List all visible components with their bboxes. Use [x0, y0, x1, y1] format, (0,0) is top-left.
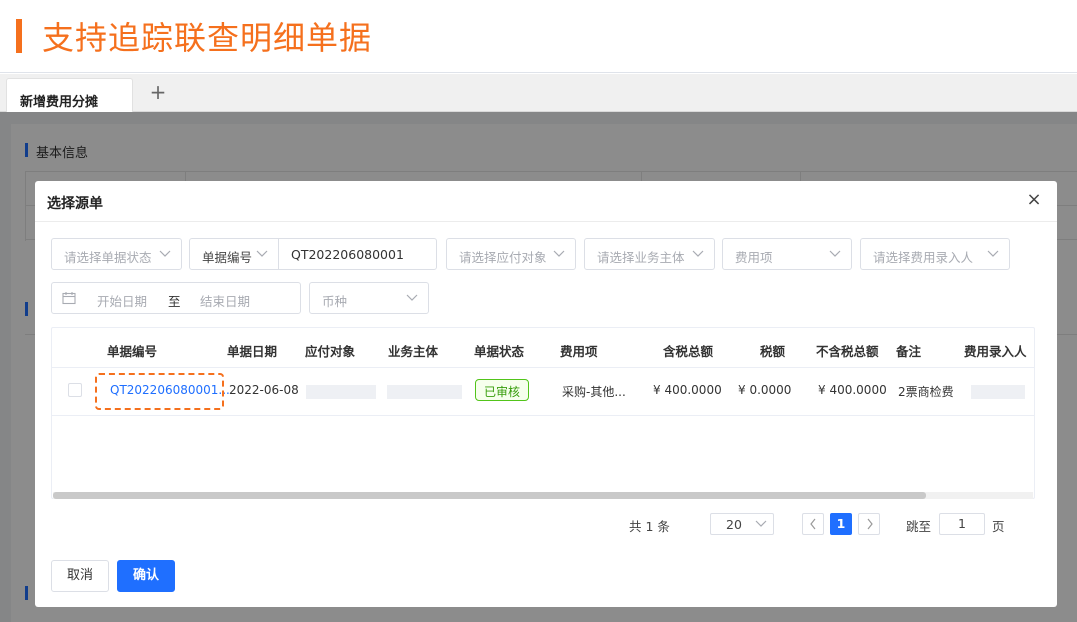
chevron-down-icon [692, 245, 704, 263]
column-header: 含税总额 [663, 344, 714, 359]
chevron-down-icon [755, 515, 767, 536]
remark-cell: 2票商检费 [898, 385, 954, 399]
fee-item-cell: 采购-其他... [562, 385, 626, 399]
column-header: 备注 [896, 344, 922, 359]
close-icon[interactable]: × [1025, 191, 1043, 209]
chevron-down-icon [406, 289, 418, 307]
payee-placeholder: 请选择应付对象 [459, 250, 547, 265]
banner-title: 支持追踪联查明细单据 [42, 19, 373, 57]
chevron-left-icon [808, 516, 818, 535]
cancel-button[interactable]: 取消 [51, 560, 109, 592]
entry-user-select[interactable]: 请选择费用录入人 [860, 238, 1010, 270]
column-header: 业务主体 [388, 344, 439, 359]
jump-label: 跳至 [906, 519, 932, 534]
banner-accent-bar [16, 19, 22, 53]
row-divider [52, 415, 1034, 416]
start-date-input[interactable]: 开始日期 [97, 291, 147, 310]
column-header: 单据编号 [107, 344, 158, 359]
date-range-picker[interactable]: 开始日期 至 结束日期 [51, 282, 301, 314]
business-entity-placeholder: 请选择业务主体 [597, 250, 685, 265]
column-header: 费用项 [560, 344, 598, 359]
confirm-button[interactable]: 确认 [117, 560, 175, 592]
source-doc-table: 单据编号 单据日期 应付对象 业务主体 单据状态 费用项 含税总额 税额 不含税… [51, 327, 1035, 499]
currency-select[interactable]: 币种 [309, 282, 429, 314]
banner: 支持追踪联查明细单据 [0, 0, 1077, 73]
tax-cell: ¥ 0.0000 [738, 383, 792, 397]
column-header: 应付对象 [305, 344, 356, 359]
column-header: 不含税总额 [816, 344, 879, 359]
chevron-right-icon [865, 516, 875, 535]
entity-cell-redacted [387, 385, 462, 399]
chevron-down-icon [987, 245, 999, 263]
tab-add-expense-allocation[interactable]: 新增费用分摊 [6, 78, 133, 112]
column-header: 税额 [760, 344, 786, 359]
column-header: 费用录入人 [964, 344, 1027, 359]
end-date-input[interactable]: 结束日期 [200, 291, 250, 310]
calendar-icon [62, 291, 76, 308]
column-header: 单据日期 [227, 344, 278, 359]
input-divider [278, 239, 279, 269]
row-checkbox[interactable] [68, 383, 82, 397]
business-entity-select[interactable]: 请选择业务主体 [584, 238, 715, 270]
column-header: 单据状态 [474, 344, 525, 359]
add-tab-icon[interactable]: + [148, 80, 168, 104]
chevron-down-icon [553, 245, 565, 263]
doc-no-search: 单据编号 QT202206080001 [189, 238, 437, 270]
payee-cell-redacted [306, 385, 376, 399]
chevron-down-icon [829, 245, 841, 263]
page-size-select[interactable]: 20 [710, 513, 774, 535]
header-divider [52, 367, 1034, 368]
doc-date-cell: 2022-06-08 [229, 383, 299, 397]
status-badge: 已审核 [475, 379, 530, 401]
doc-no-type-select[interactable]: 单据编号 [202, 247, 252, 266]
chevron-down-icon [159, 245, 171, 263]
doc-status-select[interactable]: 请选择单据状态 [51, 238, 182, 270]
payee-select[interactable]: 请选择应付对象 [446, 238, 576, 270]
dialog-title: 选择源单 [47, 196, 103, 212]
fee-item-placeholder: 费用项 [735, 250, 773, 265]
fee-item-select[interactable]: 费用项 [722, 238, 852, 270]
chevron-down-icon[interactable] [256, 245, 268, 263]
total-without-tax-cell: ¥ 400.0000 [818, 383, 887, 397]
jump-page-input[interactable]: 1 [939, 513, 985, 535]
page-number-button[interactable]: 1 [830, 513, 852, 535]
doc-status-placeholder: 请选择单据状态 [64, 250, 152, 265]
dialog-header: 选择源单 × [35, 181, 1057, 222]
page-unit-label: 页 [992, 519, 1005, 534]
horizontal-scrollbar-thumb[interactable] [53, 492, 926, 499]
next-page-button[interactable] [858, 513, 880, 535]
date-separator: 至 [168, 294, 181, 309]
currency-placeholder: 币种 [322, 294, 348, 309]
highlight-box [95, 373, 224, 410]
prev-page-button[interactable] [802, 513, 824, 535]
entry-user-placeholder: 请选择费用录入人 [873, 250, 974, 265]
select-source-doc-dialog: 选择源单 × 请选择单据状态 单据编号 QT202206080001 请选择应付… [35, 181, 1057, 607]
doc-no-input[interactable]: QT202206080001 [291, 247, 404, 262]
entry-user-cell-redacted [971, 385, 1025, 399]
total-with-tax-cell: ¥ 400.0000 [653, 383, 722, 397]
total-count: 共 1 条 [629, 519, 670, 534]
page-size-value: 20 [726, 517, 742, 532]
